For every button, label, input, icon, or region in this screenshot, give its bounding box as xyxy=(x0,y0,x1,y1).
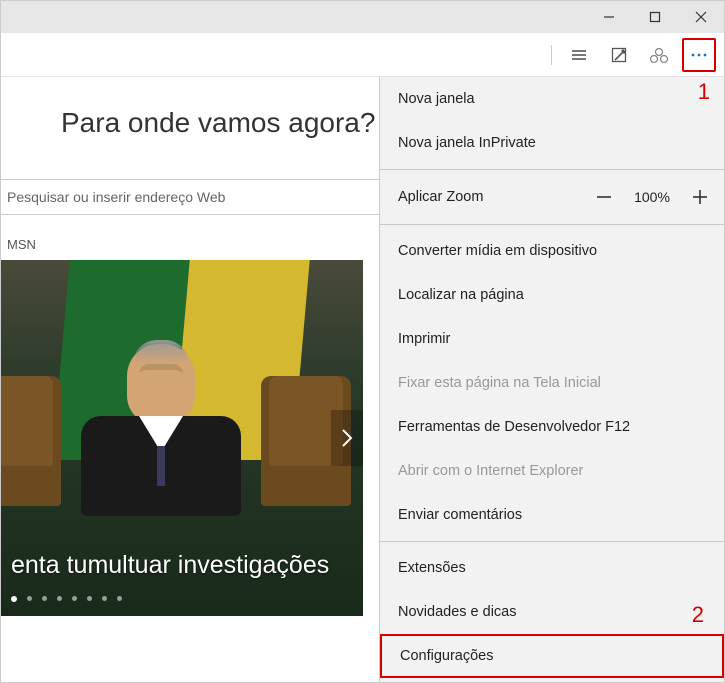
toolbar xyxy=(1,33,724,77)
menu-open-ie: Abrir com o Internet Explorer xyxy=(380,449,724,493)
menu-extensions[interactable]: Extensões xyxy=(380,546,724,590)
menu-print[interactable]: Imprimir xyxy=(380,317,724,361)
pagination-dot[interactable] xyxy=(72,596,77,601)
more-button[interactable] xyxy=(682,38,716,72)
menu-feedback[interactable]: Enviar comentários xyxy=(380,493,724,537)
menu-devtools[interactable]: Ferramentas de Desenvolvedor F12 xyxy=(380,405,724,449)
menu-pin: Fixar esta página na Tela Inicial xyxy=(380,361,724,405)
minus-icon xyxy=(595,188,613,206)
zoom-out-button[interactable] xyxy=(590,183,618,211)
pagination-dot[interactable] xyxy=(87,596,92,601)
plus-icon xyxy=(691,188,709,206)
chevron-right-icon xyxy=(341,428,353,448)
minimize-button[interactable] xyxy=(586,1,632,33)
menu-news-tips[interactable]: Novidades e dicas xyxy=(380,590,724,634)
pagination-dot[interactable] xyxy=(11,596,17,602)
hero-next-button[interactable] xyxy=(331,410,363,466)
close-button[interactable] xyxy=(678,1,724,33)
zoom-value: 100% xyxy=(632,189,672,205)
menu-new-window[interactable]: Nova janela xyxy=(380,77,724,121)
menu-cast[interactable]: Converter mídia em dispositivo xyxy=(380,229,724,273)
hero-decorative xyxy=(1,376,61,506)
pagination-dot[interactable] xyxy=(117,596,122,601)
note-icon[interactable] xyxy=(602,38,636,72)
zoom-in-button[interactable] xyxy=(686,183,714,211)
toolbar-divider xyxy=(551,45,552,65)
search-placeholder: Pesquisar ou inserir endereço Web xyxy=(7,189,225,205)
more-icon xyxy=(689,45,709,65)
more-menu: Nova janela Nova janela InPrivate Aplica… xyxy=(379,77,724,682)
pagination-dot[interactable] xyxy=(42,596,47,601)
pagination-dot[interactable] xyxy=(27,596,32,601)
share-icon[interactable] xyxy=(642,38,676,72)
menu-zoom: Aplicar Zoom 100% xyxy=(380,174,724,220)
maximize-button[interactable] xyxy=(632,1,678,33)
pagination-dot[interactable] xyxy=(57,596,62,601)
menu-new-inprivate[interactable]: Nova janela InPrivate xyxy=(380,121,724,165)
menu-separator xyxy=(380,169,724,170)
menu-find[interactable]: Localizar na página xyxy=(380,273,724,317)
menu-separator xyxy=(380,541,724,542)
menu-separator xyxy=(380,224,724,225)
zoom-controls: 100% xyxy=(590,183,714,211)
menu-settings[interactable]: Configurações xyxy=(380,634,724,678)
zoom-label: Aplicar Zoom xyxy=(398,189,483,205)
hero-pagination[interactable] xyxy=(11,596,122,602)
news-hero[interactable]: enta tumultuar investigações xyxy=(1,260,363,616)
window-titlebar xyxy=(1,1,724,33)
pagination-dot[interactable] xyxy=(102,596,107,601)
hero-headline: enta tumultuar investigações xyxy=(11,551,353,580)
hero-person xyxy=(81,344,241,516)
reading-list-icon[interactable] xyxy=(562,38,596,72)
